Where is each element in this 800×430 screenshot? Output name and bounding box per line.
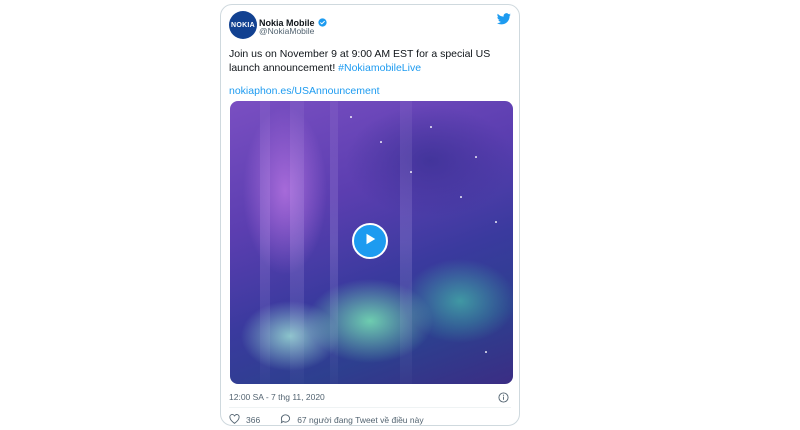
talking-count[interactable]: 67 người đang Tweet về điều này	[297, 415, 423, 425]
aurora-streak	[330, 101, 338, 384]
avatar[interactable]: NOKIA	[229, 11, 257, 39]
star	[430, 126, 432, 128]
tweet-timestamp[interactable]: 12:00 SA - 7 thg 11, 2020	[229, 392, 325, 402]
action-bar: 366 67 người đang Tweet về điều này	[229, 414, 424, 426]
verified-badge-icon	[317, 14, 327, 32]
twitter-bird-icon[interactable]	[497, 12, 511, 30]
info-icon[interactable]	[498, 390, 509, 408]
tweet-card: NOKIA Nokia Mobile @NokiaMobile Join us …	[220, 4, 520, 426]
divider	[229, 407, 511, 408]
star	[350, 116, 352, 118]
aurora-streak	[400, 101, 412, 384]
video-thumbnail[interactable]	[230, 101, 513, 384]
aurora-streak	[260, 101, 270, 384]
play-button[interactable]	[352, 223, 388, 259]
aurora-streak	[290, 101, 304, 384]
user-handle[interactable]: @NokiaMobile	[259, 26, 314, 36]
tweet-url-link[interactable]: nokiaphon.es/USAnnouncement	[229, 85, 380, 97]
star	[380, 141, 382, 143]
star	[410, 171, 412, 173]
star	[495, 221, 497, 223]
star	[485, 351, 487, 353]
nokia-logo: NOKIA	[230, 21, 256, 29]
tweet-text: Join us on November 9 at 9:00 AM EST for…	[229, 47, 513, 75]
comment-icon[interactable]	[280, 414, 291, 426]
star	[475, 156, 477, 158]
star	[460, 196, 462, 198]
hashtag-link[interactable]: #NokiamobileLive	[338, 62, 421, 74]
like-count: 366	[246, 415, 261, 425]
heart-icon[interactable]	[229, 414, 240, 426]
play-icon	[363, 232, 377, 251]
